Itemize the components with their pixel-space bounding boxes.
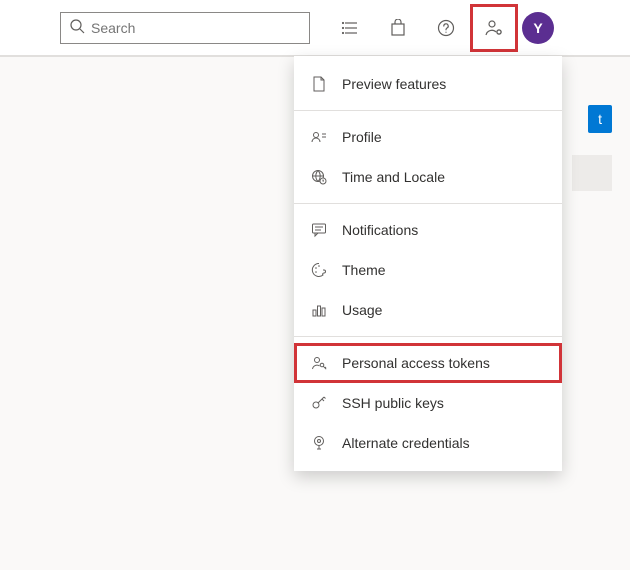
search-box[interactable] (60, 12, 310, 44)
header-icons: Y (326, 4, 554, 52)
menu-personal-access-tokens[interactable]: Personal access tokens (294, 343, 562, 383)
menu-label: Notifications (342, 222, 418, 238)
menu-alternate-credentials[interactable]: Alternate credentials (294, 423, 562, 463)
menu-label: SSH public keys (342, 395, 444, 411)
person-card-icon (310, 128, 328, 146)
globe-clock-icon (310, 168, 328, 186)
menu-label: Preview features (342, 76, 446, 92)
menu-separator (294, 336, 562, 337)
chat-icon (310, 221, 328, 239)
menu-label: Time and Locale (342, 169, 445, 185)
filter-bar-fragment (572, 155, 612, 191)
menu-notifications[interactable]: Notifications (294, 210, 562, 250)
list-icon[interactable] (326, 4, 374, 52)
menu-preview-features[interactable]: Preview features (294, 64, 562, 104)
avatar-initial: Y (533, 20, 542, 36)
document-sparkle-icon (310, 75, 328, 93)
avatar[interactable]: Y (522, 12, 554, 44)
bar-chart-icon (310, 301, 328, 319)
header-bar: Y (0, 0, 630, 56)
user-settings-icon[interactable] (470, 4, 518, 52)
menu-profile[interactable]: Profile (294, 117, 562, 157)
new-project-button-fragment[interactable]: t (588, 105, 612, 133)
menu-usage[interactable]: Usage (294, 290, 562, 330)
menu-ssh-keys[interactable]: SSH public keys (294, 383, 562, 423)
search-input[interactable] (91, 20, 301, 36)
palette-icon (310, 261, 328, 279)
menu-label: Theme (342, 262, 386, 278)
menu-label: Personal access tokens (342, 355, 490, 371)
credentials-icon (310, 434, 328, 452)
menu-theme[interactable]: Theme (294, 250, 562, 290)
menu-label: Profile (342, 129, 382, 145)
menu-label: Alternate credentials (342, 435, 470, 451)
search-icon (69, 18, 85, 37)
shopping-bag-icon[interactable] (374, 4, 422, 52)
menu-label: Usage (342, 302, 382, 318)
key-icon (310, 394, 328, 412)
menu-separator (294, 110, 562, 111)
person-key-icon (310, 354, 328, 372)
help-icon[interactable] (422, 4, 470, 52)
user-settings-dropdown: Preview features Profile Time and Locale (294, 56, 562, 471)
menu-time-locale[interactable]: Time and Locale (294, 157, 562, 197)
menu-separator (294, 203, 562, 204)
